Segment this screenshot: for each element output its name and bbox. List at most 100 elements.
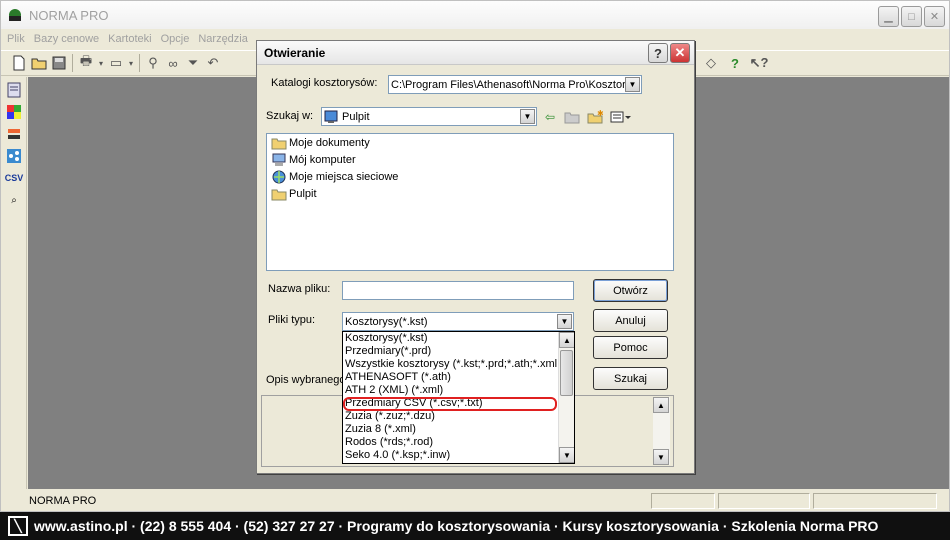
catalog-label: Katalogi kosztorysów: xyxy=(271,77,378,89)
dropdown-option[interactable]: ATH 2 (XML) (*.xml) xyxy=(343,384,557,397)
scroll-thumb[interactable] xyxy=(560,350,573,396)
close-icon[interactable]: ✕ xyxy=(924,6,945,27)
filter-icon[interactable]: ⏷ xyxy=(183,53,203,73)
list-item[interactable]: Moje miejsca sieciowe xyxy=(267,168,673,185)
list-item[interactable]: Moje dokumenty xyxy=(267,134,673,151)
dropdown-option[interactable]: Zuzia (*.zuz;*.dzu) xyxy=(343,410,557,423)
app-logo-icon xyxy=(5,6,25,24)
cancel-button[interactable]: Anuluj xyxy=(593,309,668,332)
description-scrollbar[interactable]: ▲ ▼ xyxy=(653,397,670,465)
help-icon[interactable]: ? xyxy=(725,53,745,73)
share-icon[interactable] xyxy=(5,147,23,165)
undo-icon[interactable]: ↶ xyxy=(203,53,223,73)
computer-icon xyxy=(271,153,287,167)
csv-icon[interactable]: CSV xyxy=(5,169,24,187)
scroll-up-icon[interactable]: ▲ xyxy=(559,332,574,348)
lookin-value: Pulpit xyxy=(342,110,370,123)
close-icon[interactable]: ✕ xyxy=(670,43,690,63)
file-list[interactable]: Moje dokumenty Mój komputer Moje miejsca… xyxy=(266,133,674,271)
app-titlebar: NORMA PRO ▁ □ ✕ xyxy=(1,1,949,29)
minimize-icon[interactable]: ▁ xyxy=(878,6,899,27)
menu-opcje[interactable]: Opcje xyxy=(161,33,190,45)
chevron-down-icon[interactable]: ▾ xyxy=(96,53,106,73)
open-folder-icon[interactable] xyxy=(29,53,49,73)
status-text: NORMA PRO xyxy=(29,495,97,507)
filetype-select[interactable]: Kosztorysy(*.kst) ▼ xyxy=(342,312,574,331)
binoculars-icon[interactable]: ⚲ xyxy=(143,53,163,73)
app-title: NORMA PRO xyxy=(29,7,109,23)
dropdown-option[interactable]: Rodos (*rds;*.rod) xyxy=(343,436,557,449)
help-icon[interactable]: ? xyxy=(648,43,668,63)
status-panel xyxy=(813,493,937,509)
scroll-down-icon[interactable]: ▼ xyxy=(559,447,574,463)
new-folder-icon[interactable]: ✱ xyxy=(586,109,604,125)
menu-kartoteki[interactable]: Kartoteki xyxy=(108,33,151,45)
search-doc-icon[interactable]: ⌕ xyxy=(5,191,23,209)
dropdown-option[interactable]: ATHENASOFT (*.ath) xyxy=(343,371,557,384)
list-item[interactable]: Mój komputer xyxy=(267,151,673,168)
toolbar-separator xyxy=(139,54,140,72)
dropdown-option[interactable]: Seko 4.0 (*.ksp;*.inw) xyxy=(343,449,557,462)
footer-banner: ╲ www.astino.pl · (22) 8 555 404 · (52) … xyxy=(0,512,950,540)
dialog-title: Otwieranie xyxy=(264,45,326,60)
filetype-dropdown-list[interactable]: Kosztorysy(*.kst) Przedmiary(*.prd) Wszy… xyxy=(342,331,575,464)
folder-icon xyxy=(271,187,287,201)
document-list-icon[interactable] xyxy=(5,81,23,99)
highlight-annotation xyxy=(343,397,557,411)
chevron-down-icon[interactable]: ▼ xyxy=(520,109,535,124)
scroll-down-icon[interactable]: ▼ xyxy=(653,449,669,465)
toolbar-separator xyxy=(72,54,73,72)
dropdown-option[interactable]: Kosztorysy(*.kst) xyxy=(343,332,557,345)
lookin-label: Szukaj w: xyxy=(266,110,314,122)
statusbar: NORMA PRO xyxy=(1,491,949,511)
menu-plik[interactable]: Plik xyxy=(7,33,25,45)
print-icon[interactable]: 🖶 xyxy=(76,53,96,73)
eraser-icon[interactable]: ◇ xyxy=(701,53,721,73)
file-name: Pulpit xyxy=(289,187,317,200)
up-folder-icon[interactable] xyxy=(563,109,581,125)
file-name: Mój komputer xyxy=(289,153,356,166)
menu-bazy-cenowe[interactable]: Bazy cenowe xyxy=(34,33,99,45)
filetype-label: Pliki typu: xyxy=(268,314,316,326)
view-menu-icon[interactable] xyxy=(609,109,633,125)
filename-input[interactable] xyxy=(342,281,574,300)
dropdown-scrollbar[interactable]: ▲ ▼ xyxy=(558,332,574,463)
maximize-icon[interactable]: □ xyxy=(901,6,922,27)
banner-text: www.astino.pl · (22) 8 555 404 · (52) 32… xyxy=(34,518,879,534)
menu-narzedzia[interactable]: Narzędzia xyxy=(198,33,248,45)
dropdown-option[interactable]: Przedmiary(*.prd) xyxy=(343,345,557,358)
network-places-icon xyxy=(271,170,287,184)
folder-documents-icon xyxy=(271,136,287,150)
desktop-icon xyxy=(324,110,342,124)
book-icon[interactable] xyxy=(5,125,23,143)
catalog-select[interactable]: C:\Program Files\Athenasoft\Norma Pro\Ko… xyxy=(388,75,642,94)
glasses-icon[interactable]: ∞ xyxy=(163,53,183,73)
back-arrow-icon[interactable]: ⇦ xyxy=(541,109,559,125)
logo-icon: ╲ xyxy=(8,516,28,536)
open-button[interactable]: Otwórz xyxy=(593,279,668,302)
dialog-titlebar: Otwieranie ? ✕ xyxy=(257,41,694,65)
svg-text:✱: ✱ xyxy=(597,110,603,118)
chevron-down-icon[interactable]: ▾ xyxy=(126,53,136,73)
dropdown-option[interactable]: Zuzia 8 (*.xml) xyxy=(343,423,557,436)
dropdown-option[interactable]: Wszystkie kosztorysy (*.kst;*.prd;*.ath;… xyxy=(343,358,557,371)
preview-icon[interactable]: ▭ xyxy=(106,53,126,73)
new-document-icon[interactable] xyxy=(9,53,29,73)
scroll-up-icon[interactable]: ▲ xyxy=(653,397,669,413)
search-button[interactable]: Szukaj xyxy=(593,367,668,390)
lookin-select[interactable]: Pulpit ▼ xyxy=(321,107,537,126)
help-button[interactable]: Pomoc xyxy=(593,336,668,359)
chevron-down-icon[interactable]: ▼ xyxy=(625,77,640,92)
description-label: Opis wybranego xyxy=(266,374,346,386)
catalog-value: C:\Program Files\Athenasoft\Norma Pro\Ko… xyxy=(391,78,625,91)
status-panel xyxy=(651,493,715,509)
color-grid-icon[interactable] xyxy=(5,103,23,121)
open-dialog: Otwieranie ? ✕ Katalogi kosztorysów: C:\… xyxy=(256,40,695,474)
chevron-down-icon[interactable]: ▼ xyxy=(557,314,572,329)
context-help-icon[interactable]: ↖? xyxy=(749,53,769,73)
status-panel xyxy=(718,493,810,509)
save-icon[interactable] xyxy=(49,53,69,73)
filename-label: Nazwa pliku: xyxy=(268,283,331,295)
list-item[interactable]: Pulpit xyxy=(267,185,673,202)
filetype-value: Kosztorysy(*.kst) xyxy=(345,315,428,328)
